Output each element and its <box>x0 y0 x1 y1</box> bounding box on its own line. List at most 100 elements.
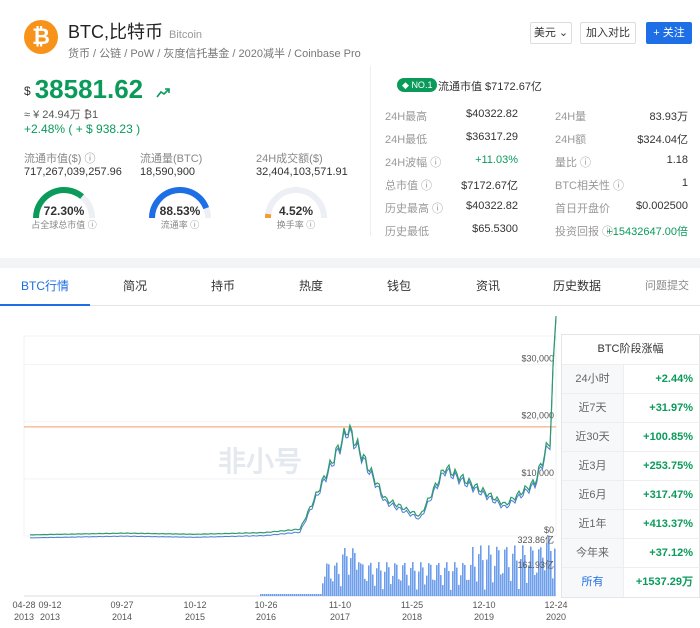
volume-bar <box>438 562 440 596</box>
volume-bar <box>336 562 338 596</box>
volume-bar <box>286 594 288 596</box>
period-label[interactable]: 近30天 <box>562 423 624 452</box>
volume-bar <box>486 559 488 596</box>
period-change: +31.97% <box>649 402 693 414</box>
period-label[interactable]: 近1年 <box>562 510 624 539</box>
stat-row-label: 24H额 <box>555 134 587 146</box>
volume-tick-label: 323.86亿 <box>517 534 554 545</box>
volume-bar <box>498 550 500 596</box>
section-gap <box>0 258 700 268</box>
volume-bar <box>280 594 282 596</box>
volume-bar <box>292 594 294 596</box>
stat-row-label: 24H最低 <box>385 134 428 146</box>
volume-bar <box>316 594 318 596</box>
volume-bar <box>346 556 348 596</box>
rank-badge: ◆ NO.1 <box>397 78 438 92</box>
x-tick-label: 10-12 <box>183 600 206 610</box>
period-label[interactable]: 近6月 <box>562 481 624 510</box>
x-tick-year: 2017 <box>330 612 350 622</box>
volume-bar <box>420 562 422 596</box>
volume-bar <box>442 585 444 596</box>
price-change: +2.48% ( + $ 938.23 ) <box>24 122 141 136</box>
volume-bar <box>474 566 476 596</box>
volume-bar <box>390 584 392 596</box>
volume-bar <box>500 574 502 596</box>
tab-heat[interactable]: 热度 <box>266 268 356 306</box>
performance-panel: BTC阶段涨幅 24小时 +2.44% 近7天 +31.97% 近30天 +100.85%… <box>561 334 700 598</box>
volume-bar <box>406 574 408 596</box>
period-label[interactable]: 近3月 <box>562 452 624 481</box>
volume-bar <box>408 585 410 596</box>
volume-bar <box>484 589 486 596</box>
volume-bar <box>324 576 326 596</box>
gauge-label: 换手率 ⓘ <box>276 220 316 230</box>
chevron-down-icon: ⌄ <box>558 27 569 39</box>
period-label[interactable]: 近7天 <box>562 394 624 423</box>
stat-row-value: $65.5300 <box>472 223 518 235</box>
performance-row: 近3月 +253.75% <box>562 451 700 481</box>
volume-bar <box>330 578 332 596</box>
volume-bar <box>302 594 304 596</box>
volume-bar <box>360 563 362 596</box>
performance-row: 近7天 +31.97% <box>562 393 700 423</box>
volume-bar <box>480 545 482 596</box>
follow-button[interactable]: + 关注 <box>646 22 692 44</box>
tab-history[interactable]: 历史数据 <box>532 268 622 306</box>
volume-bar <box>260 594 262 596</box>
volume-bar <box>322 583 324 596</box>
period-change: +100.85% <box>643 431 693 443</box>
volume-bar <box>428 563 430 596</box>
volume-bar <box>306 594 308 596</box>
volume-bar <box>388 567 390 596</box>
volume-bar <box>458 584 460 596</box>
volume-bar <box>392 575 394 596</box>
performance-row: 所有 +1537.29万 <box>562 567 700 597</box>
tab-wallet[interactable]: 钱包 <box>354 268 444 306</box>
x-tick-label: 04-28 <box>12 600 35 610</box>
period-change: +1537.29万 <box>635 576 693 588</box>
x-tick-year: 2016 <box>256 612 276 622</box>
tab-holders[interactable]: 持币 <box>178 268 268 306</box>
volume-bar <box>376 568 378 596</box>
currency-select[interactable]: 美元 ⌄ <box>530 22 572 44</box>
volume-bar <box>482 560 484 596</box>
stat-row-label: 历史最高 ⓘ <box>385 203 444 215</box>
price: $38581.62 <box>24 74 171 105</box>
volume-bar <box>304 594 306 596</box>
volume-bar <box>344 548 346 596</box>
stat-row-label: 首日开盘价 <box>555 203 610 215</box>
volume-bar <box>508 567 510 596</box>
volume-bar <box>476 581 478 596</box>
tab-news[interactable]: 资讯 <box>443 268 533 306</box>
volume-tick-label: 161.93亿 <box>517 559 554 570</box>
stat-row-value: 1.18 <box>666 154 688 166</box>
period-label[interactable]: 今年来 <box>562 539 624 568</box>
volume-bar <box>268 594 270 596</box>
tab-feedback[interactable]: 问题提交 <box>622 268 700 306</box>
volume-bar <box>276 594 278 596</box>
volume-bar <box>426 575 428 596</box>
volume-bar <box>532 550 534 596</box>
tab-overview[interactable]: 简况 <box>90 268 180 306</box>
period-label[interactable]: 24小时 <box>562 365 624 394</box>
stat-row-label: 投资回报 ⓘ <box>555 226 614 238</box>
add-compare-button[interactable]: 加入对比 <box>580 22 636 44</box>
volume-bar <box>310 594 312 596</box>
period-label[interactable]: 所有 <box>562 568 624 597</box>
stat-row-value: $40322.82 <box>466 200 518 212</box>
coin-tags[interactable]: 货币 / 公链 / PoW / 灰度信托基金 / 2020减半 / Coinba… <box>68 45 361 61</box>
tab-btc-market[interactable]: BTC行情 <box>0 268 90 306</box>
volume-bar <box>400 580 402 596</box>
volume-bar <box>488 545 490 596</box>
gauge-pct: 72.30% <box>43 204 85 218</box>
volume-bar <box>430 564 432 596</box>
x-tick-year: 2013 <box>14 612 34 622</box>
gauge-label: 占全球总市值 ⓘ <box>31 220 97 230</box>
volume-bar <box>456 567 458 596</box>
trend-up-icon <box>156 88 171 98</box>
volume-bar <box>554 548 556 596</box>
gauge-label: 流通率 ⓘ <box>160 220 200 230</box>
stat-label: 流通量(BTC) <box>140 153 203 165</box>
volume-bar <box>440 575 442 596</box>
volume-bar <box>530 546 532 596</box>
